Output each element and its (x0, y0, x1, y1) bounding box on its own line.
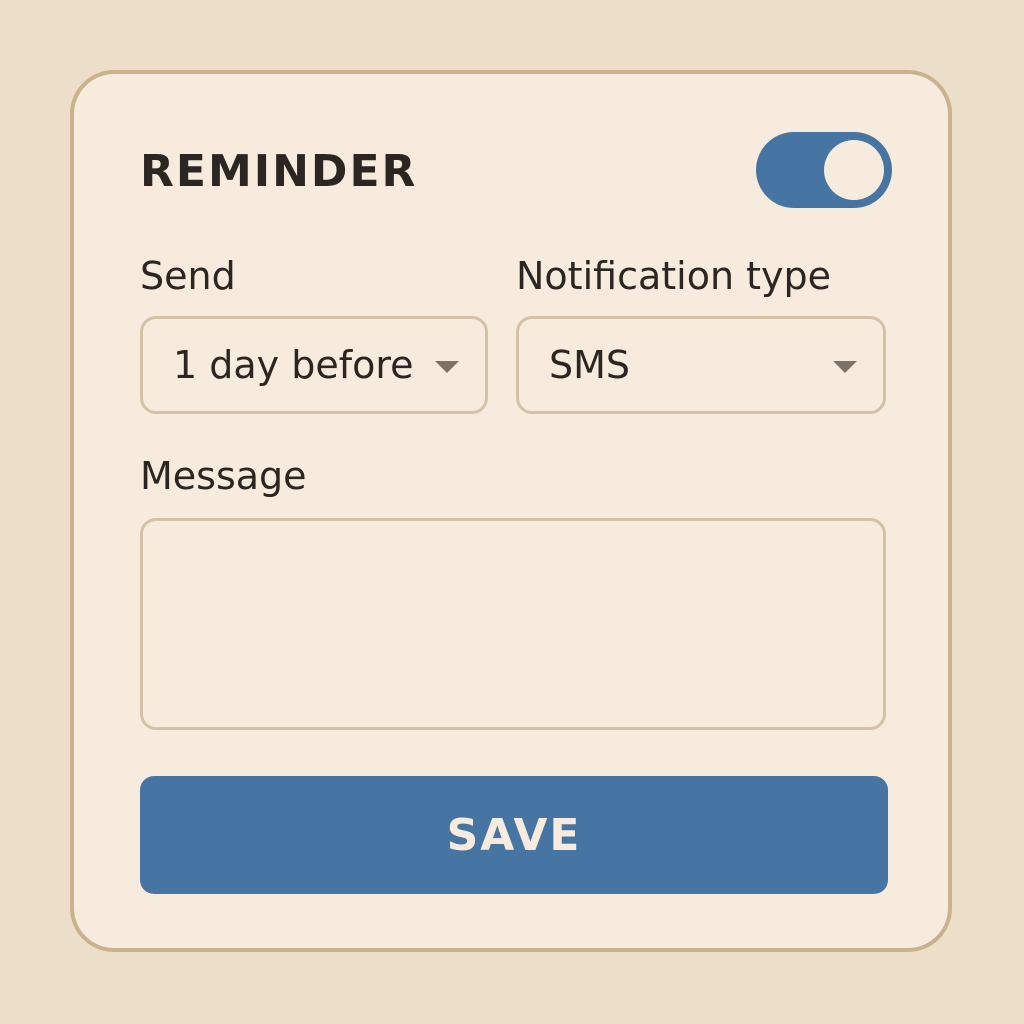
save-button[interactable]: SAVE (140, 776, 888, 894)
send-select[interactable]: 1 day before (140, 316, 488, 414)
notification-type-select[interactable]: SMS (516, 316, 886, 414)
send-selected-value: 1 day before (173, 343, 414, 387)
toggle-knob (824, 140, 884, 200)
message-input[interactable] (140, 518, 886, 730)
reminder-card: REMINDER Send Notification type 1 day be… (70, 70, 952, 952)
chevron-down-icon (833, 361, 857, 373)
send-label: Send (140, 254, 236, 298)
reminder-toggle[interactable] (756, 132, 892, 208)
notification-type-label: Notification type (516, 254, 832, 298)
card-title: REMINDER (140, 146, 418, 197)
chevron-down-icon (435, 361, 459, 373)
message-label: Message (140, 454, 307, 498)
notification-type-selected-value: SMS (549, 343, 631, 387)
